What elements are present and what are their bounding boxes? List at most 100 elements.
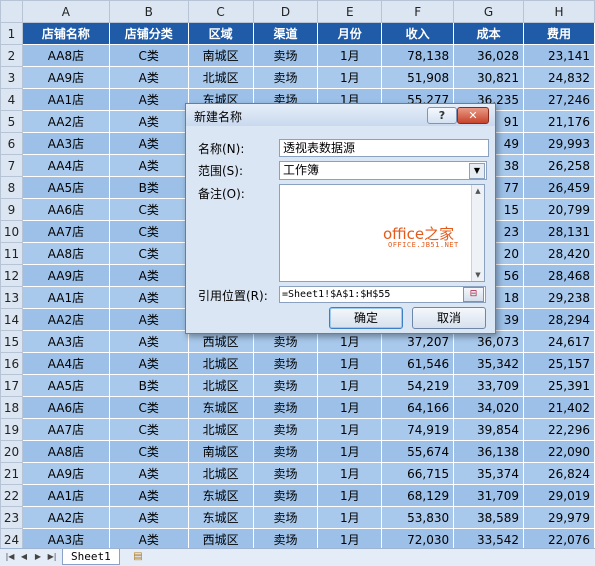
table-cell[interactable]: 26,258	[523, 154, 595, 177]
table-cell[interactable]: 34,020	[453, 396, 525, 419]
table-cell[interactable]: 64,166	[381, 396, 455, 419]
scroll-up-icon[interactable]: ▲	[472, 185, 484, 197]
help-button[interactable]: ?	[427, 107, 457, 124]
last-sheet-icon[interactable]: ▶|	[46, 551, 58, 563]
table-cell[interactable]: 北城区	[187, 352, 254, 375]
table-cell[interactable]: 西城区	[187, 528, 254, 548]
table-cell[interactable]: 29,019	[523, 484, 595, 507]
row-header[interactable]: 16	[0, 352, 23, 375]
table-cell[interactable]: 35,342	[453, 352, 525, 375]
table-cell[interactable]: 29,979	[523, 506, 595, 529]
table-cell[interactable]: 38,589	[453, 506, 525, 529]
table-cell[interactable]: A类	[108, 330, 189, 353]
table-cell[interactable]: 1月	[317, 44, 383, 67]
table-cell[interactable]: 1月	[317, 462, 383, 485]
table-cell[interactable]: 东城区	[187, 396, 254, 419]
table-cell[interactable]: 东城区	[187, 506, 254, 529]
table-cell[interactable]: 29,238	[523, 286, 595, 309]
table-cell[interactable]: 1月	[317, 484, 383, 507]
insert-sheet-icon[interactable]: ▤	[130, 550, 146, 563]
row-header[interactable]: 11	[0, 242, 23, 265]
table-cell[interactable]: C类	[108, 418, 189, 441]
row-header[interactable]: 15	[0, 330, 23, 353]
table-cell[interactable]: 26,459	[523, 176, 595, 199]
table-cell[interactable]: 30,821	[453, 66, 525, 89]
table-cell[interactable]: 1月	[317, 374, 383, 397]
row-header[interactable]: 5	[0, 110, 23, 133]
table-header-cell[interactable]: 店铺名称	[21, 22, 110, 45]
table-cell[interactable]: 33,709	[453, 374, 525, 397]
table-cell[interactable]: 36,028	[453, 44, 525, 67]
table-cell[interactable]: 28,468	[523, 264, 595, 287]
table-cell[interactable]: AA5店	[21, 176, 110, 199]
table-cell[interactable]: B类	[108, 374, 189, 397]
table-cell[interactable]: A类	[108, 88, 189, 111]
table-cell[interactable]: 卖场	[252, 418, 319, 441]
table-cell[interactable]: 21,402	[523, 396, 595, 419]
row-header[interactable]: 12	[0, 264, 23, 287]
chevron-down-icon[interactable]: ▼	[469, 163, 485, 179]
scope-select[interactable]: 工作簿 ▼	[279, 161, 487, 180]
table-cell[interactable]: 北城区	[187, 418, 254, 441]
row-header[interactable]: 1	[0, 22, 23, 45]
table-cell[interactable]: 卖场	[252, 506, 319, 529]
table-cell[interactable]: AA2店	[21, 308, 110, 331]
row-header[interactable]: 6	[0, 132, 23, 155]
row-header[interactable]: 13	[0, 286, 23, 309]
table-cell[interactable]: AA6店	[21, 396, 110, 419]
table-cell[interactable]: AA3店	[21, 330, 110, 353]
table-cell[interactable]: 29,993	[523, 132, 595, 155]
table-cell[interactable]: 72,030	[381, 528, 455, 548]
table-cell[interactable]: A类	[108, 308, 189, 331]
table-cell[interactable]: AA8店	[21, 242, 110, 265]
table-cell[interactable]: AA1店	[21, 88, 110, 111]
table-cell[interactable]: AA3店	[21, 528, 110, 548]
table-cell[interactable]: 66,715	[381, 462, 455, 485]
table-cell[interactable]: 1月	[317, 506, 383, 529]
table-cell[interactable]: 北城区	[187, 462, 254, 485]
table-cell[interactable]: AA7店	[21, 220, 110, 243]
range-collapse-icon[interactable]: ⊟	[463, 287, 484, 302]
table-cell[interactable]: 21,176	[523, 110, 595, 133]
table-cell[interactable]: 东城区	[187, 484, 254, 507]
row-header[interactable]: 3	[0, 66, 23, 89]
table-cell[interactable]: 卖场	[252, 462, 319, 485]
table-cell[interactable]: 1月	[317, 396, 383, 419]
prev-sheet-icon[interactable]: ◀	[18, 551, 30, 563]
table-cell[interactable]: A类	[108, 352, 189, 375]
column-header[interactable]: B	[108, 0, 189, 23]
table-header-cell[interactable]: 收入	[381, 22, 455, 45]
table-cell[interactable]: AA7店	[21, 418, 110, 441]
row-header[interactable]: 4	[0, 88, 23, 111]
column-header[interactable]: D	[252, 0, 319, 23]
table-cell[interactable]: AA9店	[21, 66, 110, 89]
table-cell[interactable]: 卖场	[252, 440, 319, 463]
table-cell[interactable]: AA8店	[21, 44, 110, 67]
column-header[interactable]: H	[523, 0, 595, 23]
next-sheet-icon[interactable]: ▶	[32, 551, 44, 563]
ok-button[interactable]: 确定	[329, 307, 403, 329]
comment-textarea[interactable]: office之家 OFFICE.JB51.NET ▲ ▼	[279, 184, 485, 282]
column-header[interactable]: A	[21, 0, 110, 23]
table-cell[interactable]: 25,391	[523, 374, 595, 397]
table-cell[interactable]: AA9店	[21, 264, 110, 287]
table-cell[interactable]: B类	[108, 176, 189, 199]
table-cell[interactable]: 南城区	[187, 440, 254, 463]
table-cell[interactable]: C类	[108, 440, 189, 463]
table-cell[interactable]: 35,374	[453, 462, 525, 485]
table-header-cell[interactable]: 渠道	[252, 22, 319, 45]
comment-scrollbar[interactable]: ▲ ▼	[471, 185, 484, 281]
table-cell[interactable]: AA5店	[21, 374, 110, 397]
table-cell[interactable]: AA4店	[21, 154, 110, 177]
table-cell[interactable]: AA1店	[21, 484, 110, 507]
table-cell[interactable]: 28,420	[523, 242, 595, 265]
table-cell[interactable]: 卖场	[252, 528, 319, 548]
scroll-down-icon[interactable]: ▼	[472, 269, 484, 281]
table-cell[interactable]: 28,131	[523, 220, 595, 243]
table-cell[interactable]: 55,674	[381, 440, 455, 463]
table-cell[interactable]: 1月	[317, 66, 383, 89]
column-header[interactable]: G	[453, 0, 525, 23]
table-cell[interactable]: 卖场	[252, 352, 319, 375]
column-header[interactable]: C	[187, 0, 254, 23]
table-cell[interactable]: 68,129	[381, 484, 455, 507]
